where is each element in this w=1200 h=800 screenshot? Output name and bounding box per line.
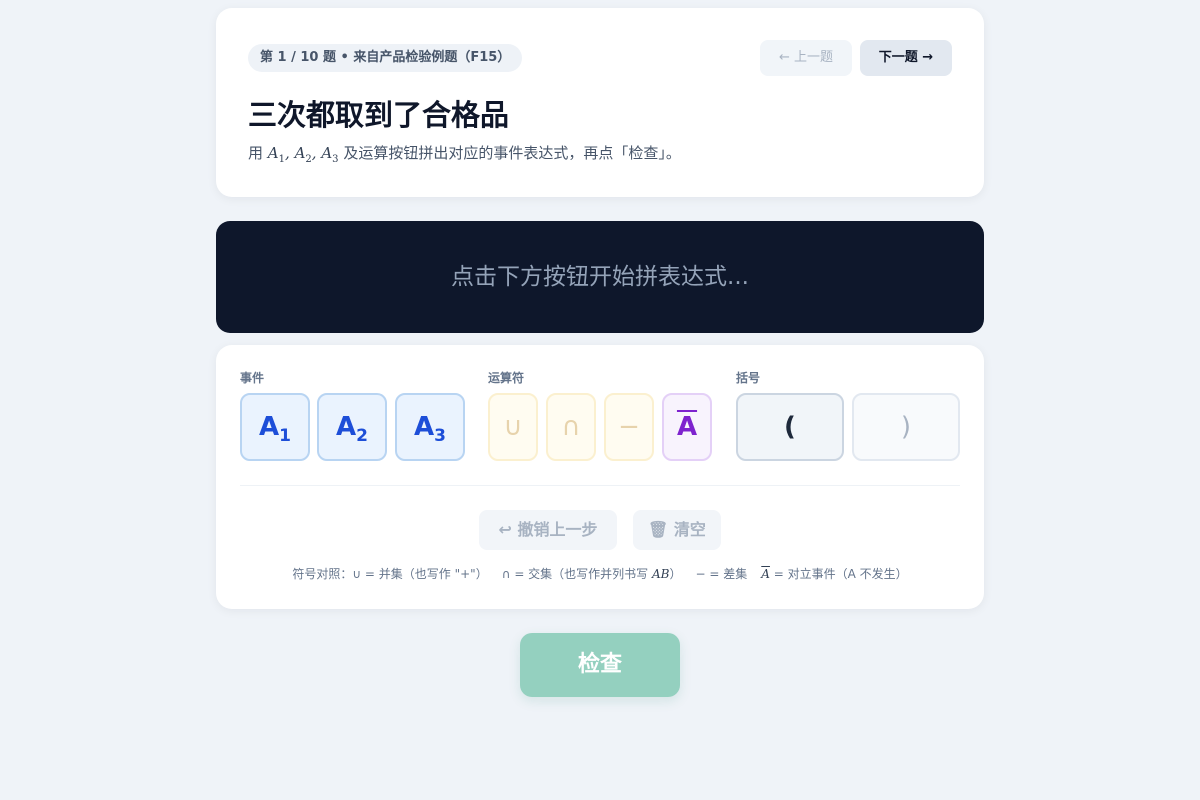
complement-operator-button[interactable]: A <box>662 393 712 461</box>
expression-placeholder: 点击下方按钮开始拼表达式... <box>451 264 749 290</box>
event-list-math: A1, A2, A3 <box>267 144 339 165</box>
open-paren-button[interactable]: ( <box>736 393 844 461</box>
question-title: 三次都取到了合格品 <box>248 98 510 132</box>
description-prefix: 用 <box>248 144 264 162</box>
clear-button[interactable]: 🗑 清空 <box>633 510 721 550</box>
undo-button[interactable]: ↩ 撤销上一步 <box>479 510 617 550</box>
next-question-button[interactable]: 下一题 → <box>860 40 952 76</box>
symbol-legend: 符号对照：∪ = 并集（也写作 "+"） ∩ = 交集（也写作并列书写 AB） − … <box>292 567 908 581</box>
event-a2-button[interactable]: A2 <box>317 393 387 461</box>
difference-operator-button[interactable]: − <box>604 393 654 461</box>
close-paren-button[interactable]: ) <box>852 393 960 461</box>
event-a3-button[interactable]: A3 <box>395 393 465 461</box>
operators-group-label: 运算符 <box>488 371 525 385</box>
events-group-label: 事件 <box>240 371 265 385</box>
description-suffix: 及运算按钮拼出对应的事件表达式，再点「检查」。 <box>343 144 681 162</box>
question-progress-badge: 第 1 / 10 题 • 来自产品检验例题（F15） <box>248 44 523 72</box>
keypad-divider <box>240 485 960 486</box>
brackets-group-label: 括号 <box>736 371 761 385</box>
union-operator-button[interactable]: ∪ <box>488 393 538 461</box>
keypad-card: 事件 运算符 括号 A1 A2 A3 ∪ ∩ − A ( ) ↩ 撤销上一步 🗑… <box>216 345 984 609</box>
event-a1-button[interactable]: A1 <box>240 393 310 461</box>
intersection-operator-button[interactable]: ∩ <box>546 393 596 461</box>
prev-question-button[interactable]: ← 上一题 <box>760 40 852 76</box>
question-description: 用 A1, A2, A3 及运算按钮拼出对应的事件表达式，再点「检查」。 <box>248 142 681 165</box>
question-card: 第 1 / 10 题 • 来自产品检验例题（F15） ← 上一题 下一题 → 三… <box>216 8 984 197</box>
check-button[interactable]: 检查 <box>520 633 680 697</box>
expression-display: 点击下方按钮开始拼表达式... <box>216 221 984 333</box>
